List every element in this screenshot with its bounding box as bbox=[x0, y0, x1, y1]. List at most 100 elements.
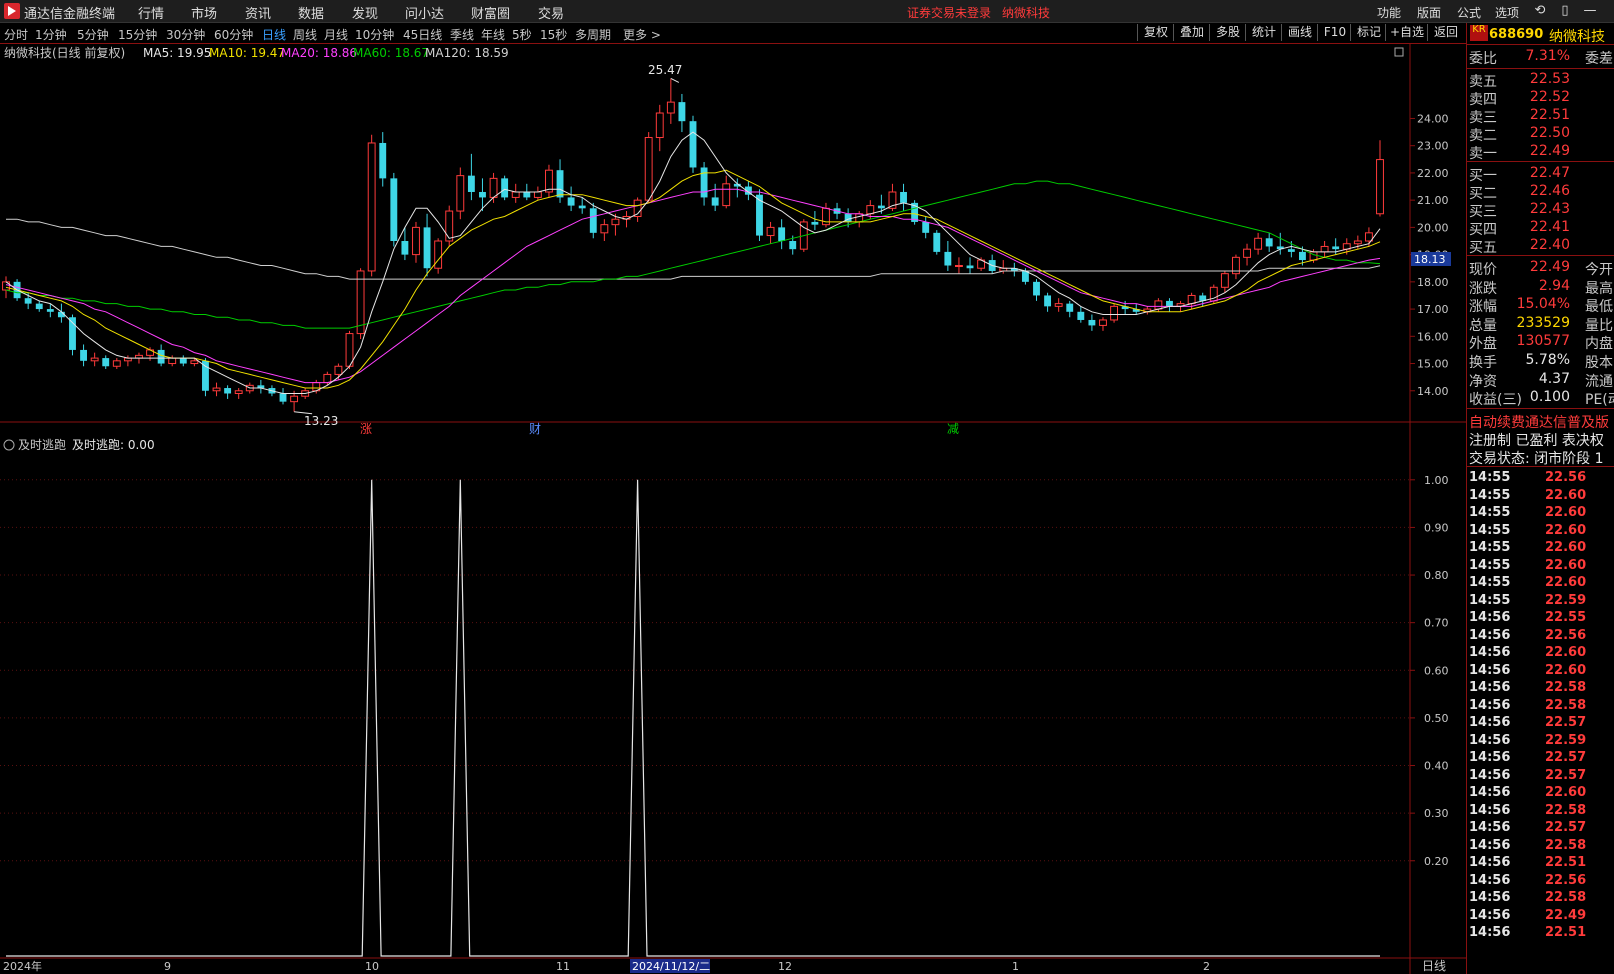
stat-label: 涨幅 bbox=[1469, 299, 1497, 316]
period-60min[interactable]: 60分钟 bbox=[214, 26, 253, 43]
panel-expand-icon[interactable] bbox=[1394, 47, 1404, 57]
candle-body bbox=[900, 191, 907, 203]
candle-body bbox=[1187, 294, 1196, 305]
bid-row[interactable]: 买四 22.41 bbox=[1469, 219, 1614, 238]
candle-body bbox=[1254, 237, 1263, 250]
period-30min[interactable]: 30分钟 bbox=[166, 26, 205, 43]
price-axis-label: 16.00 bbox=[1417, 330, 1449, 343]
add-watchlist-button[interactable]: +自选 bbox=[1385, 24, 1428, 41]
candle-body bbox=[678, 102, 686, 122]
bid-row[interactable]: 买五 22.40 bbox=[1469, 237, 1614, 256]
login-notice[interactable]: 证券交易未登录 bbox=[907, 4, 991, 21]
candle-body bbox=[567, 197, 575, 206]
candle-body bbox=[423, 227, 431, 269]
ask-row[interactable]: 卖三 22.51 bbox=[1469, 107, 1614, 126]
ask-row[interactable]: 卖五 22.53 bbox=[1469, 71, 1614, 90]
menu-layout[interactable]: 版面 bbox=[1417, 4, 1441, 21]
menu-data[interactable]: 数据 bbox=[298, 3, 324, 22]
event-mark-reduce[interactable]: 减 bbox=[947, 422, 959, 436]
date-label-jan: 1 bbox=[1012, 960, 1019, 973]
candle-body bbox=[689, 121, 697, 168]
period-toolbar: 分时 1分钟 5分钟 15分钟 30分钟 60分钟 日线 周线 月线 10分钟 … bbox=[0, 23, 1466, 44]
menu-ask-xiaoda[interactable]: 问小达 bbox=[405, 3, 444, 22]
menu-news[interactable]: 资讯 bbox=[245, 3, 271, 22]
period-more[interactable]: 更多 > bbox=[623, 26, 661, 43]
candle-body bbox=[290, 395, 299, 403]
event-mark-finance[interactable]: 财 bbox=[529, 422, 541, 436]
period-1min[interactable]: 1分钟 bbox=[35, 26, 67, 43]
kline-chart[interactable]: 24.0023.0022.0021.0020.0019.0018.0017.00… bbox=[0, 44, 1466, 974]
candle-body bbox=[1066, 303, 1074, 312]
minimize-icon[interactable]: — bbox=[1582, 3, 1598, 19]
ask-row[interactable]: 卖一 22.49 bbox=[1469, 143, 1614, 162]
candle-body bbox=[1332, 246, 1340, 250]
bid-row[interactable]: 买一 22.47 bbox=[1469, 165, 1614, 184]
tick-time: 14:55 bbox=[1469, 540, 1511, 555]
candle-body bbox=[933, 232, 941, 252]
candle-body bbox=[1088, 319, 1096, 326]
tick-time: 14:56 bbox=[1469, 767, 1511, 783]
candle-body bbox=[944, 251, 952, 266]
adjust-button[interactable]: 复权 bbox=[1137, 24, 1174, 41]
price-axis-label: 17.00 bbox=[1417, 303, 1449, 316]
tick-time: 14:56 bbox=[1469, 785, 1511, 800]
tick-price: 22.60 bbox=[1545, 487, 1587, 503]
title-bar: 通达信金融终端 行情 市场 资讯 数据 发现 问小达 财富圈 交易 证券交易未登… bbox=[0, 0, 1614, 23]
menu-quotes[interactable]: 行情 bbox=[138, 3, 164, 22]
menu-formula[interactable]: 公式 bbox=[1457, 4, 1481, 21]
period-daily[interactable]: 日线 bbox=[262, 26, 286, 43]
ask-label: 卖四 bbox=[1469, 92, 1497, 108]
period-yearly[interactable]: 年线 bbox=[481, 26, 505, 43]
f10-button[interactable]: F10 bbox=[1317, 24, 1352, 41]
indicator-name: 及时逃跑 bbox=[18, 438, 66, 452]
stat-label: 涨跌 bbox=[1469, 280, 1497, 297]
menu-discover[interactable]: 发现 bbox=[352, 3, 378, 22]
period-tick[interactable]: 分时 bbox=[4, 26, 28, 43]
tick-row: 14:55 22.56 bbox=[1467, 470, 1613, 487]
period-5sec[interactable]: 5秒 bbox=[512, 26, 532, 43]
stat-row: 换手 5.78% 股本 bbox=[1469, 352, 1614, 371]
tick-row: 14:56 22.51 bbox=[1467, 925, 1613, 942]
date-cursor-label: 2024/11/12/二 bbox=[632, 960, 710, 973]
tick-price: 22.56 bbox=[1545, 470, 1587, 485]
period-5min[interactable]: 5分钟 bbox=[77, 26, 109, 43]
multi-stock-button[interactable]: 多股 bbox=[1209, 24, 1246, 41]
menu-trade[interactable]: 交易 bbox=[538, 3, 564, 22]
period-15sec[interactable]: 15秒 bbox=[540, 26, 567, 43]
info-line-1[interactable]: 自动续费通达信普及版 bbox=[1469, 412, 1609, 432]
candle-body bbox=[412, 226, 420, 256]
ask-row[interactable]: 卖二 22.50 bbox=[1469, 125, 1614, 144]
tick-price: 22.60 bbox=[1545, 645, 1587, 660]
menu-market[interactable]: 市场 bbox=[191, 3, 217, 22]
bid-row[interactable]: 买二 22.46 bbox=[1469, 183, 1614, 202]
back-button[interactable]: 返回 bbox=[1427, 24, 1464, 41]
info-line-2: 注册制 已盈利 表决权 bbox=[1469, 433, 1604, 449]
mark-button[interactable]: 标记 bbox=[1350, 24, 1387, 41]
tick-row: 14:56 22.56 bbox=[1467, 628, 1613, 645]
menu-wealth-circle[interactable]: 财富圈 bbox=[471, 3, 510, 22]
event-mark-up[interactable]: 涨 bbox=[360, 421, 372, 436]
period-weekly[interactable]: 周线 bbox=[293, 26, 317, 43]
period-multi[interactable]: 多周期 bbox=[575, 26, 611, 43]
overlay-button[interactable]: 叠加 bbox=[1173, 24, 1210, 41]
period-quarterly[interactable]: 季线 bbox=[450, 26, 474, 43]
tick-time: 14:55 bbox=[1469, 575, 1511, 590]
statistics-button[interactable]: 统计 bbox=[1245, 24, 1282, 41]
candle-body bbox=[334, 365, 343, 375]
menu-options[interactable]: 选项 bbox=[1495, 4, 1519, 21]
period-15min[interactable]: 15分钟 bbox=[118, 26, 157, 43]
ask-row[interactable]: 卖四 22.52 bbox=[1469, 89, 1614, 108]
menu-function[interactable]: 功能 bbox=[1377, 4, 1401, 21]
tick-time: 14:55 bbox=[1469, 505, 1511, 520]
kr-badge-text: KR bbox=[1472, 24, 1486, 35]
indicator-toggle-icon[interactable] bbox=[3, 439, 15, 451]
period-monthly[interactable]: 月线 bbox=[324, 26, 348, 43]
period-45day[interactable]: 45日线 bbox=[403, 26, 442, 43]
bid-row[interactable]: 买三 22.43 bbox=[1469, 201, 1614, 220]
ask-label: 卖一 bbox=[1469, 146, 1497, 162]
info-line-3: 交易状态: 闭市阶段 1 bbox=[1469, 451, 1604, 467]
refresh-icon[interactable]: ⟲ bbox=[1532, 3, 1548, 19]
restore-icon[interactable]: ▯ bbox=[1557, 3, 1573, 19]
draw-line-button[interactable]: 画线 bbox=[1281, 24, 1318, 41]
period-10min[interactable]: 10分钟 bbox=[355, 26, 394, 43]
